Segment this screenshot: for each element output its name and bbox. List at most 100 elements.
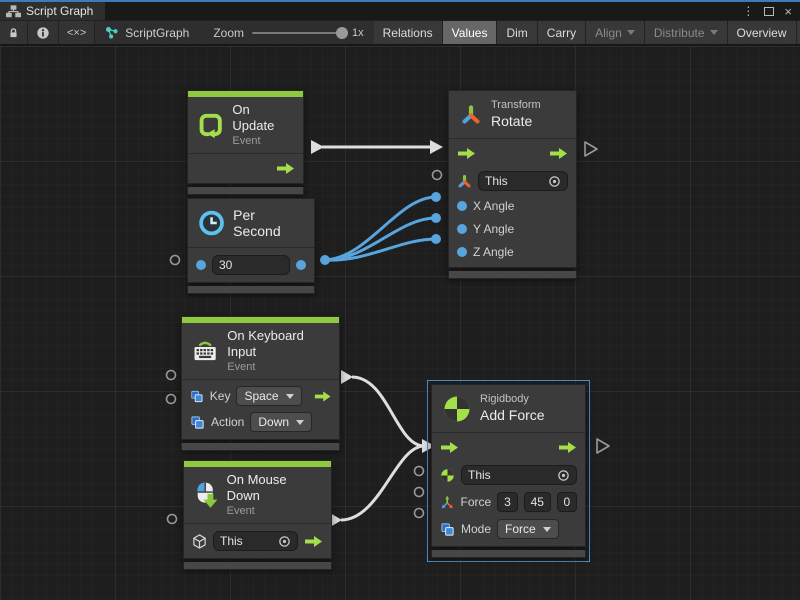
mouse-this-port[interactable] [168,515,177,524]
flow-output-arrow-icon[interactable] [314,390,331,403]
enum-icon [190,415,205,430]
node-title: Rotate [491,113,541,131]
code-icon: <×> [67,27,86,39]
carry-button[interactable]: Carry [538,21,586,44]
x-angle-dot-icon[interactable] [457,201,467,211]
script-graph-icon [105,26,119,40]
overview-button[interactable]: Overview [728,21,797,44]
flow-input-arrow-icon[interactable] [457,147,476,160]
keyboard-action-port[interactable] [167,395,176,404]
node-subtitle: Event [232,135,294,149]
target-picker-icon[interactable] [548,175,561,188]
graph-breadcrumb[interactable]: ScriptGraph [95,21,203,44]
wire-start-arrow-keyboard[interactable] [341,370,353,384]
node-footer [187,286,315,294]
key-value: Space [244,389,278,403]
dropdown-caret-icon [543,527,551,532]
node-transform-rotate[interactable]: Transform Rotate [448,90,577,279]
action-dropdown[interactable]: Down [250,412,312,432]
add-force-exit-port[interactable] [597,439,609,453]
code-view-button[interactable]: <×> [59,21,95,44]
lock-button[interactable] [0,21,28,44]
action-label: Action [211,415,244,429]
per-second-output-dot-icon[interactable] [296,260,306,270]
node-footer [431,550,586,558]
mode-dropdown[interactable]: Force [497,519,559,539]
align-button[interactable]: Align [586,21,645,44]
overview-label: Overview [737,26,787,40]
node-title: On Keyboard Input [227,328,330,361]
y-angle-dot-icon[interactable] [457,224,467,234]
rotate-this-field[interactable]: This [478,171,568,191]
add-force-mode-port[interactable] [415,509,424,518]
force-z-field[interactable]: 0 [557,492,577,512]
y-angle-label: Y Angle [473,222,514,236]
gameobject-cube-icon [192,534,207,549]
add-force-this-port[interactable] [415,467,424,476]
node-subtitle: Event [227,361,330,375]
title-bar: Script Graph ⋮ × [0,2,800,20]
wire-end-arrow-rotate[interactable] [430,140,443,154]
tab-script-graph[interactable]: Script Graph [0,2,105,20]
zoom-slider-handle[interactable] [336,27,348,39]
info-button[interactable] [28,21,59,44]
node-on-keyboard-input[interactable]: On Keyboard Input Event Key Space [181,316,340,451]
flow-output-arrow-icon[interactable] [276,162,295,175]
node-per-second[interactable]: Per Second 30 [187,198,315,294]
maximize-icon[interactable] [764,7,774,16]
key-dropdown[interactable]: Space [236,386,301,406]
close-icon[interactable]: × [784,5,792,18]
y-angle-input-port[interactable] [431,213,441,223]
per-second-value-field[interactable]: 30 [212,255,290,275]
node-group: Rigidbody [480,393,545,407]
window-menu-icon[interactable]: ⋮ [742,4,754,18]
add-force-force-port[interactable] [415,488,424,497]
rotate-this-port[interactable] [433,171,442,180]
flow-output-arrow-icon[interactable] [558,441,577,454]
tab-label: Script Graph [26,4,93,18]
add-force-this-field[interactable]: This [461,465,577,485]
keyboard-key-port[interactable] [167,371,176,380]
window-controls: ⋮ × [742,2,800,20]
rotate-exit-port[interactable] [585,142,597,156]
wire-keyboard-to-add-force[interactable] [352,377,424,446]
values-button[interactable]: Values [443,21,498,44]
zoom-control: Zoom 1x [203,21,373,44]
target-picker-icon[interactable] [278,535,291,548]
force-label: Force [460,495,491,509]
zoom-level: 1x [352,27,364,39]
z-angle-input-port[interactable] [431,234,441,244]
x-angle-input-port[interactable] [431,192,441,202]
relations-label: Relations [383,26,433,40]
zoom-slider[interactable] [252,32,344,34]
distribute-label: Distribute [654,26,705,40]
wire-mouse-to-add-force[interactable] [341,446,424,520]
z-angle-label: Z Angle [473,245,514,259]
node-rigidbody-add-force[interactable]: Rigidbody Add Force [427,380,590,562]
flow-output-arrow-icon[interactable] [304,535,323,548]
force-x-field[interactable]: 3 [497,492,517,512]
per-second-input-dot-icon[interactable] [196,260,206,270]
per-second-input-port[interactable] [171,256,180,265]
z-angle-dot-icon[interactable] [457,247,467,257]
vector3-icon [440,495,454,510]
target-picker-icon[interactable] [557,469,570,482]
fullscreen-button[interactable]: Full Screen [797,21,800,44]
node-footer [448,271,577,279]
per-second-output-port[interactable] [320,255,330,265]
rigidbody-icon [442,394,472,424]
align-label: Align [595,26,622,40]
flow-input-arrow-icon[interactable] [440,441,459,454]
force-y-field[interactable]: 45 [524,492,551,512]
distribute-button[interactable]: Distribute [645,21,728,44]
transform-mini-icon [457,174,472,189]
relations-button[interactable]: Relations [374,21,443,44]
node-on-update[interactable]: On Update Event [187,90,304,195]
x-angle-label: X Angle [473,199,514,213]
node-on-mouse-down[interactable]: On Mouse Down Event This [183,460,332,570]
flow-output-arrow-icon[interactable] [549,147,568,160]
node-title: Per Second [233,207,304,239]
mouse-this-field[interactable]: This [213,531,298,551]
dim-button[interactable]: Dim [497,21,537,44]
graph-canvas[interactable]: On Update Event [0,46,800,600]
